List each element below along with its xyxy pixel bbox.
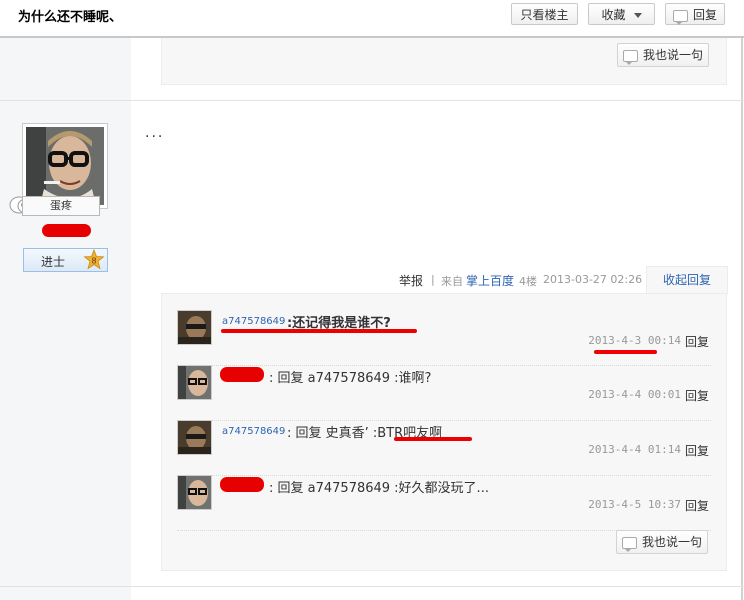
avatar-image (26, 127, 104, 205)
commenter-avatar[interactable] (177, 475, 212, 510)
prev-comment-box: 我也说一句 (161, 38, 727, 85)
reply-label: 回复 (692, 8, 717, 22)
only-author-button[interactable]: 只看楼主 (511, 3, 578, 25)
comment-reply-link[interactable]: 回复 (685, 333, 709, 350)
annotation-underline (221, 329, 417, 333)
right-border (741, 38, 743, 600)
comment-time: 2013-4-4 01:14 (588, 443, 681, 456)
post-separator (0, 100, 744, 101)
say-label: 我也说一句 (642, 48, 703, 62)
author-nickname[interactable]: 蛋疼 (22, 196, 100, 216)
redacted-username (220, 367, 264, 382)
thread-title: 为什么还不睡呢、 (18, 10, 123, 25)
comment-reply-link[interactable]: 回复 (685, 497, 709, 514)
commenter-avatar[interactable] (177, 420, 212, 455)
commenter-avatar[interactable] (177, 310, 212, 345)
commenter-avatar[interactable] (177, 365, 212, 400)
comment-icon (621, 536, 637, 552)
annotation-underline (594, 350, 657, 354)
list-item: : 回复 a747578649 :谁啊? 2013-4-4 00:01 回复 (177, 365, 711, 421)
say-something-button[interactable]: 我也说一句 (616, 530, 708, 554)
comment-reply-link[interactable]: 回复 (685, 387, 709, 404)
comment-icon (672, 9, 688, 25)
list-item: a747578649 :还记得我是谁不? 2013-4-3 00:14 回复 (177, 310, 711, 366)
level-star-icon: 8 (83, 249, 105, 270)
floor-number: 4楼 (519, 275, 537, 288)
comment-text: : 回复 a747578649 :谁啊? (269, 371, 432, 386)
collapse-replies-button[interactable]: 收起回复 (646, 266, 728, 294)
comment-time: 2013-4-5 10:37 (588, 498, 681, 511)
say-label: 我也说一句 (641, 535, 702, 549)
prev-say-button[interactable]: 我也说一句 (617, 43, 709, 67)
post-time: 2013-03-27 02:26 (543, 273, 643, 286)
comment-icon (622, 49, 638, 65)
commenter-name[interactable]: a747578649 (222, 316, 285, 327)
list-item: : 回复 a747578649 :好久都没玩了... 2013-4-5 10:3… (177, 475, 711, 531)
redacted-username (42, 224, 91, 237)
level-title: 进士 (41, 255, 66, 269)
annotation-underline (394, 437, 472, 441)
level-number: 8 (91, 257, 96, 266)
comment-time: 2013-4-4 00:01 (588, 388, 681, 401)
meta-divider: | (431, 273, 435, 286)
redacted-username (220, 477, 264, 492)
source-prefix: 来自 (441, 275, 463, 288)
post-separator (0, 586, 744, 587)
report-link[interactable]: 举报 (399, 272, 423, 289)
comment-time: 2013-4-3 00:14 (588, 334, 681, 347)
source-link[interactable]: 掌上百度 (466, 272, 514, 289)
thread-header: 为什么还不睡呢、 只看楼主 收藏 回复 (0, 0, 744, 38)
reply-button[interactable]: 回复 (665, 3, 725, 25)
comment-reply-link[interactable]: 回复 (685, 442, 709, 459)
list-item: a747578649 : 回复 史真香’ :BTR吧友啊 2013-4-4 01… (177, 420, 711, 476)
commenter-name[interactable]: a747578649 (222, 426, 285, 437)
favorite-button[interactable]: 收藏 (588, 3, 655, 25)
chevron-down-icon (633, 13, 642, 18)
post-content: ... (145, 125, 165, 141)
comment-text: : 回复 a747578649 :好久都没玩了... (269, 481, 489, 496)
author-level-badge[interactable]: 进士 8 (23, 248, 108, 272)
favorite-label: 收藏 (601, 8, 626, 22)
